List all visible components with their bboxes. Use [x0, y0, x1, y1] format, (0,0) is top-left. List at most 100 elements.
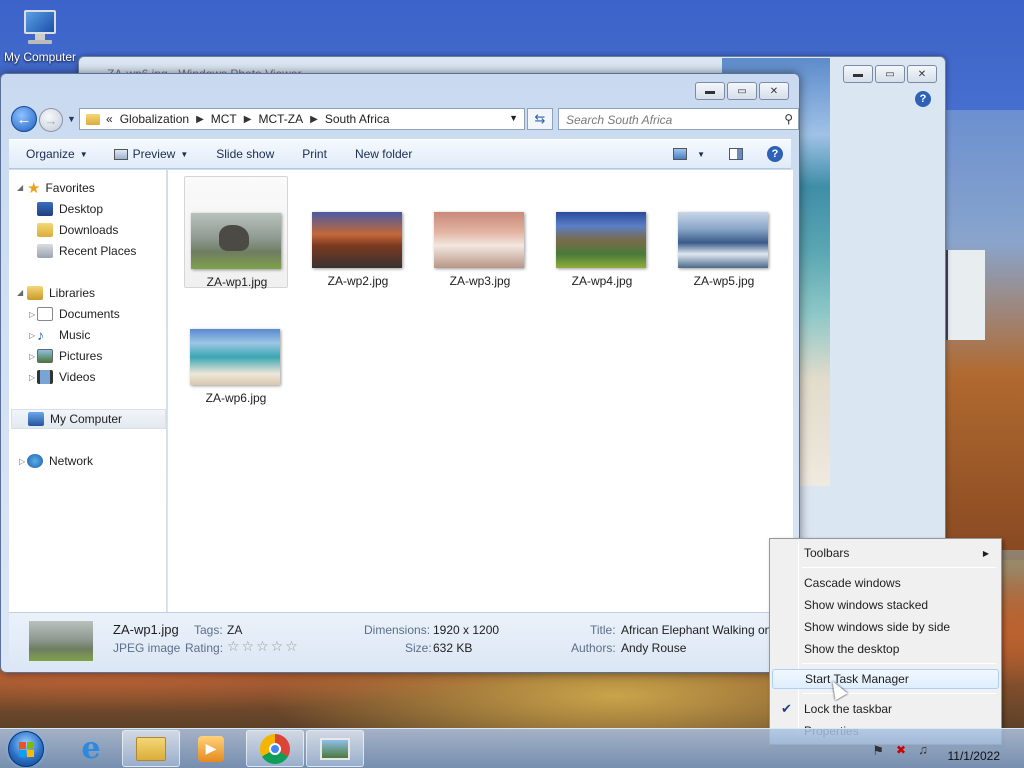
menu-item-label: Lock the taskbar	[804, 702, 893, 716]
computer-icon	[28, 412, 44, 426]
breadcrumb-mct[interactable]: MCT	[211, 112, 237, 126]
expand-arrow-icon[interactable]: ▷	[29, 331, 35, 340]
desktop-icon-my-computer[interactable]: My Computer	[2, 10, 78, 64]
details-thumbnail	[29, 621, 93, 661]
authors-value[interactable]: Andy Rouse	[621, 641, 686, 655]
breadcrumb-south-africa[interactable]: South Africa	[325, 112, 390, 126]
menu-item-lock-taskbar[interactable]: ✔ Lock the taskbar	[772, 699, 999, 719]
menu-item-label: Toolbars	[804, 546, 850, 560]
breadcrumb-mct-za[interactable]: MCT-ZA	[258, 112, 303, 126]
computer-icon	[20, 10, 60, 46]
file-item[interactable]: ZA-wp3.jpg	[428, 176, 532, 288]
file-name: ZA-wp5.jpg	[693, 274, 755, 288]
breadcrumb-separator[interactable]: ▶	[244, 114, 252, 125]
photo-viewer-icon	[320, 737, 350, 760]
taskbar-chrome[interactable]	[246, 730, 304, 767]
menu-item-show-desktop[interactable]: Show the desktop	[772, 639, 999, 659]
search-input[interactable]: Search South Africa ⚲	[558, 108, 799, 130]
rating-stars[interactable]: ☆☆☆☆☆	[227, 638, 300, 655]
music-icon: ♪	[37, 327, 44, 343]
chevron-down-icon: ▼	[79, 149, 88, 159]
menu-item-label: Start Task Manager	[805, 672, 909, 686]
taskbar-context-menu: Toolbars ▶ Cascade windows Show windows …	[769, 538, 1002, 745]
breadcrumb-separator[interactable]: ▶	[310, 114, 318, 125]
expand-arrow-icon[interactable]: ▷	[19, 457, 25, 466]
wallpaper-house	[945, 250, 985, 340]
help-icon[interactable]: ?	[767, 146, 783, 162]
nav-videos-label: Videos	[59, 370, 96, 384]
forward-button[interactable]: →	[39, 108, 63, 132]
minimize-button[interactable]: ▬	[695, 82, 725, 100]
menu-item-toolbars[interactable]: Toolbars ▶	[772, 543, 999, 563]
address-dropdown-icon[interactable]: ▼	[509, 113, 518, 123]
taskbar-photo-viewer[interactable]	[306, 730, 364, 767]
slideshow-button[interactable]: Slide show	[206, 140, 284, 168]
tags-value[interactable]: ZA	[227, 623, 242, 637]
organize-button[interactable]: Organize ▼	[9, 140, 98, 168]
expand-arrow-icon[interactable]: ▷	[29, 352, 35, 361]
flag-icon[interactable]: ⚑	[872, 743, 884, 759]
file-item[interactable]: ZA-wp4.jpg	[550, 176, 654, 288]
menu-item-show-windows-stacked[interactable]: Show windows stacked	[772, 595, 999, 615]
nav-desktop-label: Desktop	[59, 202, 104, 216]
network-icon[interactable]: ✖	[896, 743, 906, 757]
folder-icon	[86, 113, 100, 125]
desktop-icon-label: My Computer	[3, 50, 77, 64]
start-button[interactable]	[8, 731, 44, 767]
volume-icon[interactable]: ♫	[918, 742, 928, 757]
collapse-arrow-icon[interactable]: ◢	[17, 288, 23, 297]
minimize-button[interactable]: ▬	[843, 65, 873, 83]
breadcrumb-separator[interactable]: ▶	[196, 114, 204, 125]
expand-arrow-icon[interactable]: ▷	[29, 310, 35, 319]
media-player-icon: ▶	[198, 735, 224, 762]
preview-button[interactable]: Preview ▼	[104, 140, 199, 168]
menu-item-cascade-windows[interactable]: Cascade windows	[772, 573, 999, 593]
close-button[interactable]: ✕	[759, 82, 789, 100]
maximize-button[interactable]: ▭	[727, 82, 757, 100]
file-name: ZA-wp6.jpg	[205, 391, 267, 405]
refresh-button[interactable]: ⇆	[527, 108, 553, 130]
menu-item-start-task-manager[interactable]: Start Task Manager	[772, 669, 999, 689]
breadcrumb-globalization[interactable]: Globalization	[120, 112, 189, 126]
file-item[interactable]: ZA-wp5.jpg	[672, 176, 776, 288]
nav-network[interactable]: Network	[27, 451, 185, 471]
new-folder-label: New folder	[354, 147, 413, 161]
details-pane: ZA-wp1.jpg JPEG image Tags: ZA Rating: ☆…	[9, 612, 791, 666]
file-thumbnail	[678, 212, 768, 268]
title-value[interactable]: African Elephant Walking on	[621, 623, 771, 637]
chevron-down-icon[interactable]: ▼	[697, 150, 705, 159]
organize-label: Organize	[26, 147, 75, 161]
file-thumbnail	[434, 212, 524, 268]
taskbar-windows-explorer[interactable]	[122, 730, 180, 767]
nav-music-label: Music	[59, 328, 91, 342]
change-view-icon[interactable]	[673, 148, 688, 160]
chevron-down-icon: ▼	[180, 149, 189, 159]
file-item[interactable]: ZA-wp1.jpg	[184, 176, 288, 289]
nav-favorites[interactable]: ★ Favorites	[27, 178, 185, 198]
slideshow-label: Slide show	[216, 147, 275, 161]
preview-icon	[113, 148, 128, 160]
preview-pane-icon[interactable]	[729, 148, 743, 160]
menu-item-side-by-side[interactable]: Show windows side by side	[772, 617, 999, 637]
taskbar-internet-explorer[interactable]: e	[62, 730, 120, 767]
close-button[interactable]: ✕	[907, 65, 937, 83]
nav-my-computer[interactable]: My Computer	[11, 409, 166, 429]
print-label: Print	[302, 147, 327, 161]
maximize-button[interactable]: ▭	[875, 65, 905, 83]
search-icon[interactable]: ⚲	[784, 112, 793, 126]
new-folder-button[interactable]: New folder	[345, 140, 422, 168]
recent-pages-dropdown[interactable]: ▼	[67, 114, 76, 124]
clock-date[interactable]: 11/1/2022	[940, 749, 1001, 763]
print-button[interactable]: Print	[292, 140, 337, 168]
address-bar[interactable]: « Globalization ▶ MCT ▶ MCT-ZA ▶ South A…	[79, 108, 525, 130]
breadcrumb-overflow[interactable]: «	[106, 112, 113, 126]
expand-arrow-icon[interactable]: ▷	[29, 373, 35, 382]
collapse-arrow-icon[interactable]: ◢	[17, 183, 23, 192]
back-button[interactable]: ←	[11, 106, 37, 132]
nav-libraries[interactable]: Libraries	[27, 283, 185, 303]
file-item[interactable]: ZA-wp2.jpg	[306, 176, 410, 288]
file-item[interactable]: ZA-wp6.jpg	[184, 293, 288, 405]
explorer-window[interactable]: ▬ ▭ ✕ ← → ▼ « Globalization ▶ MCT ▶ MCT-…	[0, 73, 800, 673]
help-icon[interactable]: ?	[915, 91, 931, 107]
taskbar-media-player[interactable]: ▶	[182, 730, 240, 767]
